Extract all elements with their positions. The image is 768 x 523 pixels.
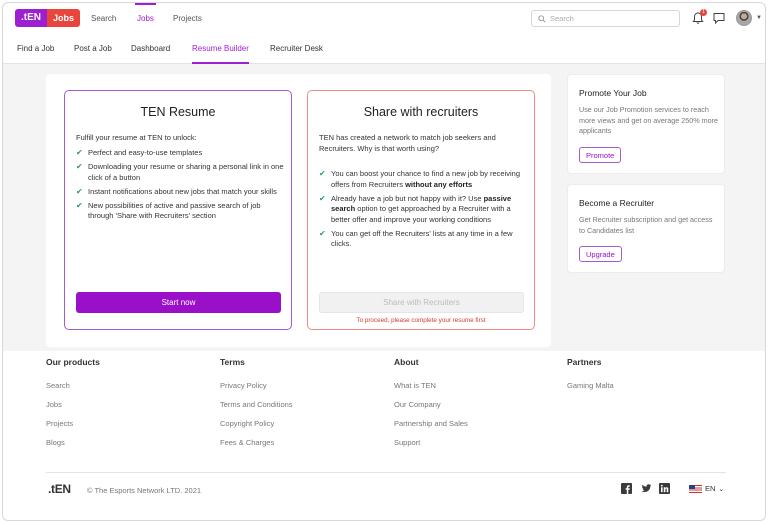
promote-job-card: Promote Your Job Use our Job Promotion s… [567, 74, 725, 174]
chevron-down-icon: ⌄ [718, 485, 725, 493]
footer-link-privacy[interactable]: Privacy Policy [220, 376, 293, 395]
footer-link-search[interactable]: Search [46, 376, 100, 395]
check-icon: ✔ [76, 186, 83, 196]
app-window: .tEN Jobs Search Jobs Projects 1 ▼ Find … [2, 2, 766, 521]
copyright-text: © The Esports Network LTD. 2021 [87, 486, 202, 495]
footer-link-blogs[interactable]: Blogs [46, 433, 100, 452]
benefits-list: ✔ You can boost your chance to find a new… [319, 169, 527, 253]
card-title: Become a Recruiter [579, 198, 655, 208]
footer-products: Our products Search Jobs Projects Blogs [46, 357, 100, 452]
promote-button[interactable]: Promote [579, 147, 622, 163]
check-icon: ✔ [76, 200, 83, 210]
resume-panel: TEN Resume Fulfill your resume at TEN to… [46, 74, 551, 347]
check-icon: ✔ [319, 193, 326, 203]
footer-link-projects[interactable]: Projects [46, 414, 100, 433]
benefits-list: ✔ Perfect and easy-to-use templates ✔ Down… [76, 148, 284, 225]
twitter-icon[interactable] [641, 483, 652, 494]
footer-link-fees[interactable]: Fees & Charges [220, 433, 293, 452]
tab-recruiter-desk[interactable]: Recruiter Desk [270, 33, 323, 64]
footer-about: About What is TEN Our Company Partnershi… [394, 357, 468, 452]
start-now-button[interactable]: Start now [76, 292, 281, 313]
tab-find-a-job[interactable]: Find a Job [17, 33, 54, 64]
language-label: EN [705, 484, 716, 493]
share-with-recruiters-card: Share with recruiters TEN has created a … [307, 90, 535, 330]
upgrade-button[interactable]: Upgrade [579, 246, 622, 262]
card-title: Share with recruiters [363, 105, 479, 119]
card-title: Promote Your Job [579, 88, 647, 98]
list-item: ✔ You can get off the Recruiters' lists a… [319, 228, 513, 249]
warning-text: To proceed, please complete your resume … [356, 317, 486, 324]
footer-link-gaming-malta[interactable]: Gaming Malta [567, 376, 614, 395]
avatar[interactable] [736, 10, 752, 26]
chat-icon[interactable] [712, 11, 726, 25]
us-flag-icon [689, 484, 702, 493]
card-intro: TEN has created a network to match job s… [319, 133, 496, 153]
share-with-recruiters-button[interactable]: Share with Recruiters [319, 292, 524, 313]
list-item: ✔ Downloading your resume or sharing a pe… [76, 162, 284, 182]
footer-link-copyright[interactable]: Copyright Policy [220, 414, 293, 433]
footer-heading: Our products [46, 357, 100, 367]
footer-link-jobs[interactable]: Jobs [46, 395, 100, 414]
linkedin-icon[interactable] [659, 483, 670, 494]
topnav-jobs[interactable]: Jobs [135, 3, 156, 33]
language-selector[interactable]: EN ⌄ [689, 484, 724, 493]
tab-dashboard[interactable]: Dashboard [131, 33, 170, 64]
topnav-projects[interactable]: Projects [173, 3, 202, 33]
footer-heading: Partners [567, 357, 602, 367]
card-text: Use our Job Promotion services to reach … [579, 105, 719, 135]
footer-link-terms[interactable]: Terms and Conditions [220, 395, 293, 414]
topnav-search[interactable]: Search [91, 3, 116, 33]
check-icon: ✔ [76, 148, 83, 157]
sub-navigation: Find a Job Post a Job Dashboard Resume B… [3, 33, 765, 64]
footer-logo[interactable]: .tEN [48, 482, 71, 496]
footer-link-what-is-ten[interactable]: What is TEN [394, 376, 468, 395]
logo-ten: .tEN [15, 9, 47, 27]
become-recruiter-card: Become a Recruiter Get Recruiter subscri… [567, 184, 725, 273]
card-intro: Fulfill your resume at TEN to unlock: [76, 133, 197, 142]
card-title: TEN Resume [140, 105, 216, 119]
main-content: TEN Resume Fulfill your resume at TEN to… [3, 64, 765, 351]
chevron-down-icon[interactable]: ▼ [756, 15, 762, 21]
search-box[interactable] [531, 10, 680, 27]
logo-jobs: Jobs [47, 9, 81, 27]
ten-resume-card: TEN Resume Fulfill your resume at TEN to… [64, 90, 292, 330]
list-item: ✔ Perfect and easy-to-use templates [76, 148, 203, 157]
list-item: ✔ You can boost your chance to find a new… [319, 169, 521, 189]
footer-link-support[interactable]: Support [394, 433, 468, 452]
search-input[interactable] [550, 14, 670, 23]
check-icon: ✔ [319, 169, 326, 178]
tab-post-a-job[interactable]: Post a Job [74, 33, 112, 64]
footer-heading: Terms [220, 357, 245, 367]
footer-heading: About [394, 357, 419, 367]
ten-jobs-logo[interactable]: .tEN Jobs [15, 9, 81, 27]
footer-divider [46, 472, 726, 473]
footer-link-company[interactable]: Our Company [394, 395, 468, 414]
list-item: ✔ Instant notifications about new jobs th… [76, 186, 277, 196]
tab-resume-builder[interactable]: Resume Builder [192, 33, 249, 64]
facebook-icon[interactable] [621, 483, 632, 494]
footer-partners: Partners Gaming Malta [567, 357, 614, 395]
footer-link-partnership[interactable]: Partnership and Sales [394, 414, 468, 433]
notification-badge: 1 [700, 9, 707, 16]
footer-terms: Terms Privacy Policy Terms and Condition… [220, 357, 293, 452]
search-icon [538, 14, 546, 23]
top-bar: .tEN Jobs Search Jobs Projects 1 ▼ [3, 3, 765, 33]
list-item: ✔ New possibilities of active and passive… [76, 200, 261, 221]
check-icon: ✔ [319, 228, 326, 238]
card-text: Get Recruiter subscription and get acces… [579, 215, 713, 235]
check-icon: ✔ [76, 162, 83, 171]
list-item: ✔ Already have a job but not happy with i… [319, 193, 512, 224]
